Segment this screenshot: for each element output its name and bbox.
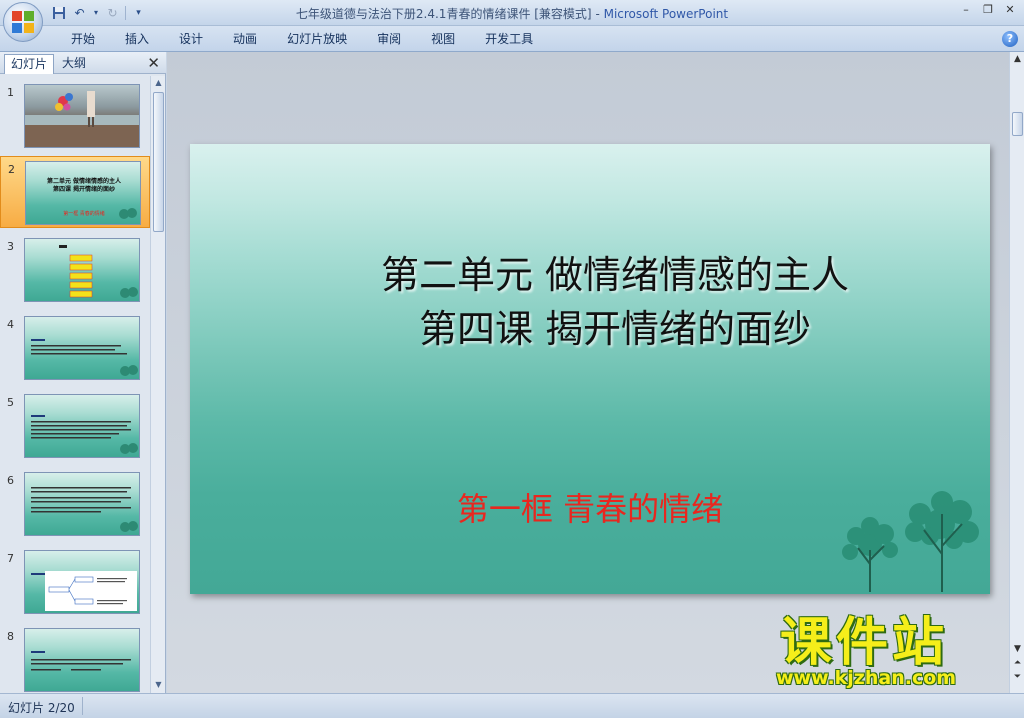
close-window-icon[interactable]: ✕	[1000, 2, 1020, 18]
scroll-down-icon[interactable]: ▼	[1012, 644, 1023, 654]
slide-thumbnail[interactable]	[24, 550, 140, 614]
minimize-icon[interactable]: –	[956, 2, 976, 18]
document-title: 七年级道德与法治下册2.4.1青春的情绪课件 [兼容模式]	[295, 7, 592, 21]
ribbon-tabs: 开始 插入 设计 动画 幻灯片放映 审阅 视图 开发工具	[60, 31, 552, 47]
text-slide-preview	[31, 651, 131, 671]
tab-insert[interactable]: 插入	[114, 31, 160, 47]
thumbnail-number: 8	[7, 630, 14, 643]
slide-thumbnail[interactable]	[24, 316, 140, 380]
watermark-url: www.kjzhan.com	[776, 667, 957, 689]
beach-photo-image	[25, 91, 139, 147]
tree-icon	[119, 208, 137, 219]
scrollbar-thumb[interactable]	[1012, 112, 1023, 136]
slide-title[interactable]: 第二单元 做情绪情感的主人 第四课 揭开情绪的面纱	[290, 248, 940, 356]
thumb-title-line: 第四课 揭开情绪的面纱	[52, 186, 116, 193]
window-controls: – ❐ ✕	[956, 2, 1020, 18]
title-separator: -	[591, 7, 604, 21]
thumbnail-row[interactable]: 5	[0, 390, 150, 462]
help-icon[interactable]: ?	[1002, 31, 1018, 47]
tab-review[interactable]: 审阅	[366, 31, 412, 47]
thumbnail-number: 3	[7, 240, 14, 253]
tab-home[interactable]: 开始	[60, 31, 106, 47]
app-name: Microsoft PowerPoint	[603, 7, 729, 21]
thumbnail-number: 2	[8, 163, 15, 176]
office-button[interactable]	[3, 2, 43, 42]
pane-tabs: 幻灯片 大纲 ✕	[0, 52, 166, 74]
slide-title-line: 第二单元 做情绪情感的主人	[380, 253, 850, 297]
thumbnail-row[interactable]: 6	[0, 468, 150, 540]
status-separator	[82, 697, 83, 715]
slide-thumbnail[interactable]	[24, 394, 140, 458]
scroll-down-icon[interactable]: ▼	[153, 680, 164, 691]
thumbnail-scrollbar[interactable]: ▲ ▼	[150, 76, 165, 693]
thumbnail-row-selected[interactable]: 2 第二单元 做情绪情感的主人 第四课 揭开情绪的面纱 第一框 青春的情绪	[0, 156, 150, 228]
status-bar: 幻灯片 2/20	[0, 693, 1024, 718]
tab-slides[interactable]: 幻灯片	[4, 54, 55, 74]
slide-scrollbar[interactable]: ▲ ▼ ⏶ ⏷	[1009, 52, 1024, 693]
restore-icon[interactable]: ❐	[978, 2, 998, 18]
ribbon: 开始 插入 设计 动画 幻灯片放映 审阅 视图 开发工具 ?	[0, 26, 1024, 52]
slide-subtitle[interactable]: 第一框 青春的情绪	[340, 484, 840, 530]
thumbnail-row[interactable]: 3	[0, 234, 150, 306]
thumbnail-number: 6	[7, 474, 14, 487]
text-slide-preview	[31, 487, 138, 532]
slide-thumbnail[interactable]	[24, 628, 140, 692]
slide-thumbnail[interactable]	[24, 84, 140, 148]
tab-view[interactable]: 视图	[420, 31, 466, 47]
scroll-up-icon[interactable]: ▲	[153, 78, 164, 89]
slide-counter: 幻灯片 2/20	[8, 701, 75, 715]
tab-developer[interactable]: 开发工具	[474, 31, 544, 47]
thumbnail-row[interactable]: 7	[0, 546, 150, 618]
thumbnail-number: 5	[7, 396, 14, 409]
thumbnail-list: 1 2 第二单元 做情绪情感的主人 第四课 揭开情绪的面纱 第一框 青春的情绪 …	[0, 76, 150, 693]
tab-outline[interactable]: 大纲	[56, 54, 92, 74]
slide-title-line: 第四课 揭开情绪的面纱	[418, 307, 812, 351]
slides-pane: 幻灯片 大纲 ✕ 1 2 第二单元 做情绪情感的主人 第四课 揭开情绪的面纱 第…	[0, 52, 166, 693]
diagram-slide-preview	[31, 571, 137, 611]
tab-design[interactable]: 设计	[168, 31, 214, 47]
tab-animations[interactable]: 动画	[222, 31, 268, 47]
scroll-up-icon[interactable]: ▲	[1012, 54, 1023, 64]
scrollbar-thumb[interactable]	[153, 92, 164, 232]
slide-thumbnail[interactable]: 第二单元 做情绪情感的主人 第四课 揭开情绪的面纱 第一框 青春的情绪	[25, 161, 141, 225]
thumbnail-row[interactable]: 1	[0, 80, 150, 152]
site-watermark: 课件站 www.kjzhan.com	[772, 615, 1004, 695]
title-bar: ↶ ▾ ↻ ▾ 七年级道德与法治下册2.4.1青春的情绪课件 [兼容模式] - …	[0, 0, 1024, 26]
text-slide-preview	[31, 415, 138, 454]
next-slide-icon[interactable]: ⏷	[1012, 672, 1023, 682]
menu-slide-preview	[59, 245, 138, 298]
text-slide-preview	[31, 339, 138, 376]
previous-slide-icon[interactable]: ⏶	[1012, 658, 1023, 668]
office-logo-icon	[12, 11, 34, 33]
thumbnail-row[interactable]: 4	[0, 312, 150, 384]
trees-illustration	[842, 491, 979, 592]
tab-slide-show[interactable]: 幻灯片放映	[276, 31, 358, 47]
thumbnail-row[interactable]: 8	[0, 624, 150, 693]
thumbnail-number: 1	[7, 86, 14, 99]
thumbnail-number: 7	[7, 552, 14, 565]
window-title: 七年级道德与法治下册2.4.1青春的情绪课件 [兼容模式] - Microsof…	[0, 5, 1024, 22]
slide-thumbnail[interactable]	[24, 238, 140, 302]
slide-thumbnail[interactable]	[24, 472, 140, 536]
current-slide[interactable]: 第二单元 做情绪情感的主人 第四课 揭开情绪的面纱 第一框 青春的情绪	[190, 144, 990, 594]
pane-close-icon[interactable]: ✕	[147, 54, 160, 72]
thumbnail-number: 4	[7, 318, 14, 331]
watermark-logo-text: 课件站	[780, 613, 949, 673]
